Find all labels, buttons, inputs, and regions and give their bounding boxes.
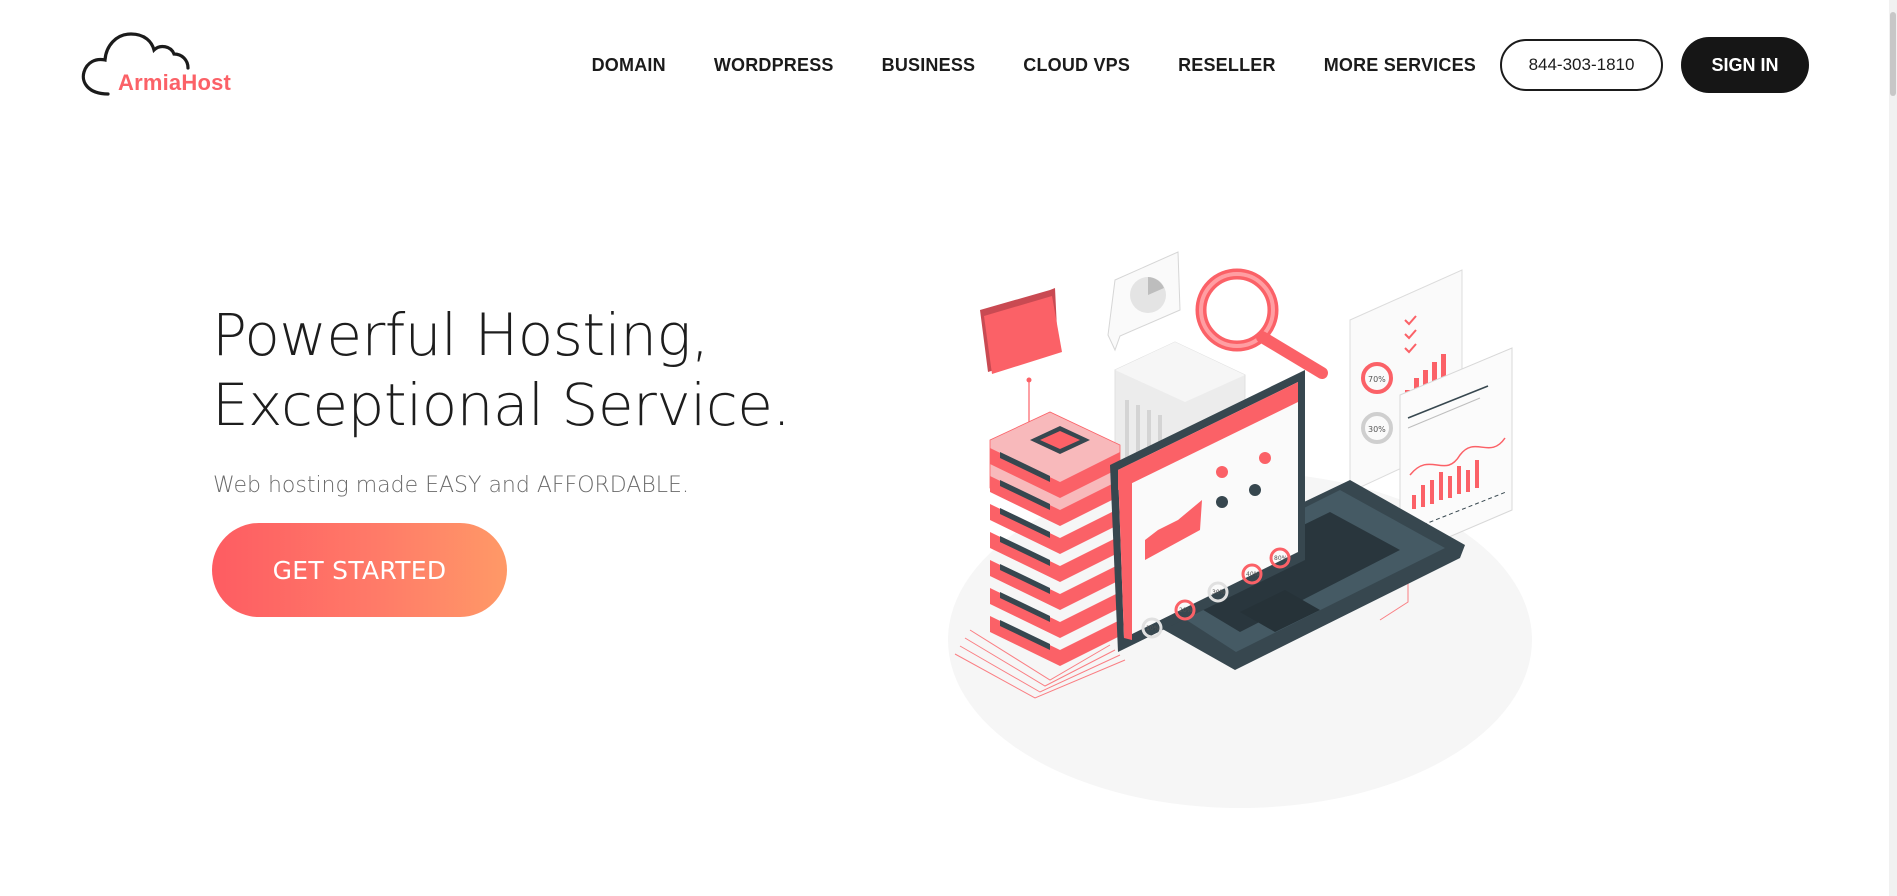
- hero-subtitle: Web hosting made EASY and AFFORDABLE.: [213, 473, 689, 498]
- dial-30-small-label: 30%: [1212, 589, 1226, 596]
- dial-10-label: 10%: [1146, 625, 1160, 632]
- sign-in-button[interactable]: SIGN IN: [1681, 37, 1809, 93]
- hero-title: Powerful Hosting, Exceptional Service.: [212, 300, 832, 440]
- dial-40-label: 40%: [1246, 571, 1260, 578]
- folder-icon: [980, 288, 1062, 425]
- magnifier-icon: [1195, 268, 1328, 379]
- hero-title-line-1: Powerful Hosting,: [212, 301, 709, 369]
- page-scrollbar[interactable]: [1889, 0, 1897, 896]
- scrollbar-thumb[interactable]: [1890, 12, 1896, 96]
- brand-name: ArmiaHost: [118, 70, 232, 95]
- dial-20-label: 20%: [1179, 607, 1193, 614]
- site-header: ArmiaHost DOMAIN WORDPRESS BUSINESS CLOU…: [0, 0, 1897, 132]
- nav-business[interactable]: BUSINESS: [882, 55, 976, 76]
- dial-30-label: 30%: [1368, 425, 1386, 434]
- brand-logo[interactable]: ArmiaHost: [78, 24, 248, 104]
- nav-cloud-vps[interactable]: CLOUD VPS: [1023, 55, 1130, 76]
- main-nav: DOMAIN WORDPRESS BUSINESS CLOUD VPS RESE…: [592, 37, 1809, 93]
- phone-button[interactable]: 844-303-1810: [1500, 39, 1663, 91]
- dial-70-label: 70%: [1368, 375, 1386, 384]
- nav-more-services[interactable]: MORE SERVICES: [1324, 55, 1476, 76]
- pie-card-icon: [1107, 251, 1181, 352]
- nav-domain[interactable]: DOMAIN: [592, 55, 666, 76]
- hero-title-line-2: Exceptional Service.: [212, 371, 791, 439]
- nav-reseller[interactable]: RESELLER: [1178, 55, 1276, 76]
- get-started-button[interactable]: GET STARTED: [212, 523, 507, 617]
- hosting-illustration: 70% 30% 10% 20% 30% 40% 80%: [948, 251, 1532, 808]
- dial-80-label: 80%: [1274, 555, 1288, 562]
- nav-wordpress[interactable]: WORDPRESS: [714, 55, 834, 76]
